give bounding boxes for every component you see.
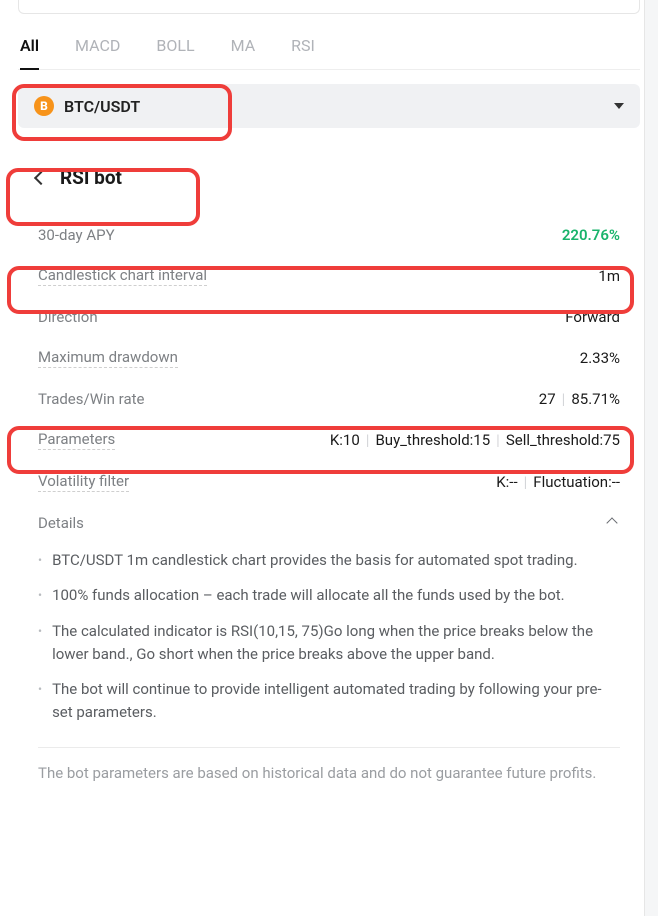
- trades-value: 27|85.71%: [539, 390, 620, 408]
- row-direction: Direction Forward: [38, 297, 620, 337]
- parameters-value: K:10|Buy_threshold:15|Sell_threshold:75: [330, 431, 620, 449]
- pair-dropdown[interactable]: B BTC/USDT: [18, 84, 640, 128]
- disclaimer-text: The bot parameters are based on historic…: [38, 762, 620, 815]
- direction-value: Forward: [565, 308, 620, 326]
- tab-rsi[interactable]: RSI: [291, 30, 315, 69]
- apy-label: 30-day APY: [38, 226, 115, 244]
- row-volatility: Volatility filter K:--|Fluctuation:--: [38, 461, 620, 503]
- tab-boll[interactable]: BOLL: [156, 30, 194, 69]
- volatility-label[interactable]: Volatility filter: [38, 472, 129, 492]
- divider: [38, 747, 620, 748]
- row-parameters: Parameters K:10|Buy_threshold:15|Sell_th…: [38, 419, 620, 461]
- parameters-label[interactable]: Parameters: [38, 430, 115, 450]
- tab-all[interactable]: All: [20, 30, 39, 69]
- caret-down-icon: [614, 103, 624, 109]
- detail-item: BTC/USDT 1m candlestick chart provides t…: [38, 543, 620, 578]
- trades-label: Trades/Win rate: [38, 390, 144, 408]
- row-drawdown: Maximum drawdown 2.33%: [38, 337, 620, 379]
- details-toggle[interactable]: Details: [38, 503, 620, 543]
- row-interval: Candlestick chart interval 1m: [38, 255, 620, 297]
- detail-item: The calculated indicator is RSI(10,15, 7…: [38, 614, 620, 673]
- section-header: RSI bot: [28, 164, 640, 205]
- detail-item: The bot will continue to provide intelli…: [38, 672, 620, 731]
- section-title: RSI bot: [60, 166, 122, 189]
- tab-ma[interactable]: MA: [231, 30, 256, 69]
- chevron-up-icon: [606, 517, 617, 528]
- right-gutter: [644, 0, 658, 916]
- volatility-value: K:--|Fluctuation:--: [496, 473, 620, 491]
- detail-item: 100% funds allocation – each trade will …: [38, 578, 620, 613]
- details-label: Details: [38, 514, 84, 532]
- apy-value: 220.76%: [562, 226, 620, 244]
- indicator-tabs: All MACD BOLL MA RSI: [18, 26, 640, 70]
- interval-label[interactable]: Candlestick chart interval: [38, 266, 207, 286]
- row-apy: 30-day APY 220.76%: [38, 215, 620, 255]
- interval-value: 1m: [598, 267, 620, 285]
- details-list: BTC/USDT 1m candlestick chart provides t…: [38, 543, 620, 731]
- drawdown-label[interactable]: Maximum drawdown: [38, 348, 178, 368]
- bitcoin-icon: B: [34, 96, 54, 116]
- pair-label: BTC/USDT: [64, 97, 140, 116]
- back-icon[interactable]: [34, 170, 48, 184]
- row-trades: Trades/Win rate 27|85.71%: [38, 379, 620, 419]
- tab-macd[interactable]: MACD: [75, 30, 120, 69]
- direction-label: Direction: [38, 308, 98, 326]
- previous-card-bottom: [18, 0, 640, 14]
- drawdown-value: 2.33%: [580, 349, 620, 367]
